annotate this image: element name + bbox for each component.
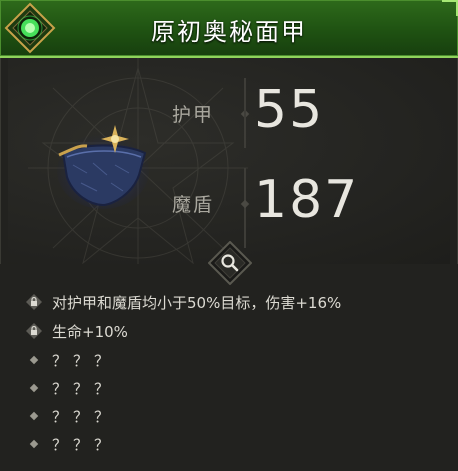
modifier-text: 生命+10%	[52, 322, 128, 341]
modifier-list: 对护甲和魔盾均小于50%目标，伤害+16% 生命+10% ？？？ ？？？ ？？？…	[0, 264, 458, 471]
unknown-modifier-text: ？？？	[52, 407, 116, 426]
modifier-row: 生命+10%	[26, 319, 128, 343]
modifier-row: ？？？	[26, 376, 115, 400]
arcane-mask-icon	[57, 125, 149, 209]
lock-icon	[26, 294, 42, 310]
modifier-text: 对护甲和魔盾均小于50%目标，伤害+16%	[52, 293, 342, 312]
modifier-row: 对护甲和魔盾均小于50%目标，伤害+16%	[26, 290, 341, 314]
magnifier-icon[interactable]	[208, 241, 252, 285]
item-name: 原初奥秘面甲	[151, 18, 307, 46]
item-tooltip: 原初奥秘面甲 护甲 55 魔盾 187 对护甲和魔盾均小于50%目标，伤害+16…	[0, 0, 458, 471]
diamond-bullet-icon	[29, 383, 39, 393]
unknown-modifier-text: ？？？	[52, 379, 116, 398]
stats-panel: 护甲 55 魔盾 187	[8, 58, 450, 278]
lock-icon	[26, 323, 42, 339]
diamond-bullet-icon	[29, 439, 39, 449]
unknown-modifier-text: ？？？	[52, 351, 116, 370]
modifier-row: ？？？	[26, 432, 115, 456]
armor-value: 55	[254, 80, 325, 140]
unknown-modifier-text: ？？？	[52, 435, 116, 454]
title-bar: 原初奥秘面甲	[0, 0, 458, 58]
armor-label: 护甲	[172, 104, 215, 126]
stat-divider	[244, 78, 246, 148]
modifier-row: ？？？	[26, 404, 115, 428]
diamond-bullet-icon	[29, 411, 39, 421]
modifier-row: ？？？	[26, 348, 115, 372]
energy-shield-value: 187	[254, 170, 360, 230]
diamond-bullet-icon	[29, 355, 39, 365]
energy-shield-label: 魔盾	[172, 194, 215, 216]
